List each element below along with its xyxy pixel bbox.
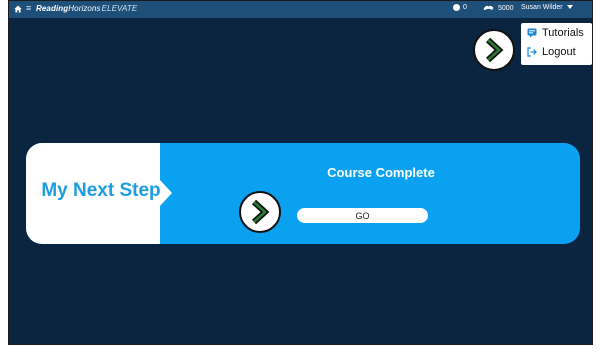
points-icon [453, 4, 460, 11]
chevron-right-icon[interactable] [239, 191, 281, 233]
course-status: Course Complete [327, 165, 435, 180]
user-name: Susan Wilder [521, 4, 563, 11]
menu-item-logout-label: Logout [542, 46, 576, 58]
coins-icon [483, 4, 494, 13]
logout-icon [527, 47, 537, 57]
user-dropdown-menu: Tutorials Logout [521, 23, 592, 65]
home-icon[interactable] [14, 5, 22, 13]
menu-item-tutorials[interactable]: Tutorials [527, 27, 584, 39]
next-step-card: My Next Step Course Complete GO [26, 143, 580, 244]
menu-item-logout[interactable]: Logout [527, 46, 576, 58]
app-window: ≡ ReadingHorizonsELEVATE 0 5000 Susan Wi… [8, 0, 593, 345]
go-button[interactable]: GO [297, 208, 428, 223]
caret-down-icon [566, 4, 573, 11]
menu-icon[interactable]: ≡ [26, 4, 31, 13]
user-menu[interactable]: Susan Wilder [521, 4, 573, 11]
tutorials-icon [527, 28, 537, 38]
next-step-title: My Next Step [41, 180, 161, 201]
coins-value: 5000 [498, 5, 514, 12]
coins-indicator: 5000 [483, 4, 514, 13]
top-bar: ≡ ReadingHorizonsELEVATE 0 5000 Susan Wi… [9, 1, 592, 18]
menu-item-tutorials-label: Tutorials [542, 27, 584, 39]
points-indicator: 0 [453, 4, 467, 11]
brand-logo: ReadingHorizonsELEVATE [36, 4, 138, 13]
points-value: 0 [463, 4, 467, 11]
chevron-right-icon[interactable] [473, 29, 515, 71]
